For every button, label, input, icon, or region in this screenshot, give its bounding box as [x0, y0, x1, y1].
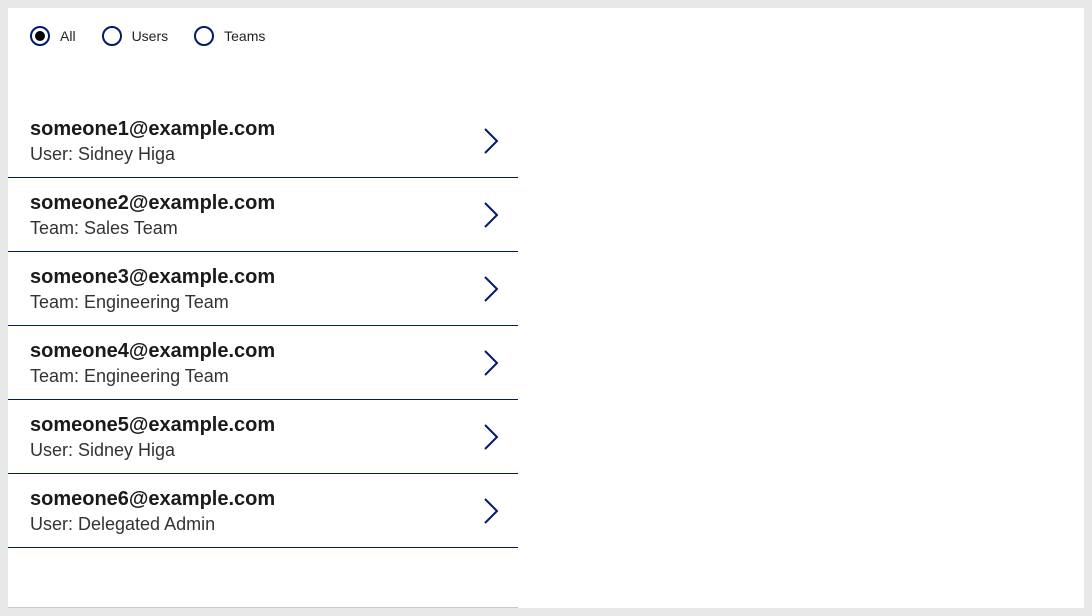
list-item-email: someone1@example.com — [30, 116, 470, 142]
list-item-subtitle: Team: Engineering Team — [30, 292, 470, 313]
list-item-email: someone4@example.com — [30, 338, 470, 364]
list-item-subtitle: User: Delegated Admin — [30, 514, 470, 535]
list-item-email: someone2@example.com — [30, 190, 470, 216]
list-item[interactable]: someone1@example.com User: Sidney Higa — [8, 112, 518, 178]
radio-option-all[interactable]: All — [30, 26, 76, 46]
list-item-text: someone3@example.com Team: Engineering T… — [30, 264, 470, 313]
list-item-text: someone5@example.com User: Sidney Higa — [30, 412, 470, 461]
radio-icon — [102, 26, 122, 46]
chevron-right-icon — [482, 126, 500, 156]
chevron-right-icon — [482, 200, 500, 230]
list-item[interactable]: someone2@example.com Team: Sales Team — [8, 178, 518, 252]
radio-icon — [194, 26, 214, 46]
list-item-email: someone5@example.com — [30, 412, 470, 438]
list-item[interactable]: someone3@example.com Team: Engineering T… — [8, 252, 518, 326]
scroll-spacer — [8, 548, 518, 607]
list-item-text: someone2@example.com Team: Sales Team — [30, 190, 470, 239]
radio-label: Teams — [224, 28, 265, 44]
list-item-email: someone3@example.com — [30, 264, 470, 290]
radio-option-users[interactable]: Users — [102, 26, 169, 46]
list-item[interactable]: someone5@example.com User: Sidney Higa — [8, 400, 518, 474]
list-item-subtitle: Team: Engineering Team — [30, 366, 470, 387]
radio-label: All — [60, 28, 76, 44]
chevron-right-icon — [482, 496, 500, 526]
chevron-right-icon — [482, 348, 500, 378]
list-item-email: someone6@example.com — [30, 486, 470, 512]
list-item[interactable]: someone6@example.com User: Delegated Adm… — [8, 474, 518, 548]
results-scroll[interactable]: someone1@example.com User: Sidney Higa s… — [8, 112, 518, 607]
list-item-text: someone1@example.com User: Sidney Higa — [30, 116, 470, 165]
list-item-text: someone4@example.com Team: Engineering T… — [30, 338, 470, 387]
filter-radio-group: All Users Teams — [8, 8, 1084, 46]
radio-icon — [30, 26, 50, 46]
list-item-text: someone6@example.com User: Delegated Adm… — [30, 486, 470, 535]
list-item-subtitle: User: Sidney Higa — [30, 144, 470, 165]
list-item-subtitle: User: Sidney Higa — [30, 440, 470, 461]
main-panel: All Users Teams someone1@example.com Use… — [8, 8, 1084, 608]
chevron-right-icon — [482, 274, 500, 304]
list-item-subtitle: Team: Sales Team — [30, 218, 470, 239]
results-list-container: someone1@example.com User: Sidney Higa s… — [8, 112, 518, 608]
radio-option-teams[interactable]: Teams — [194, 26, 265, 46]
chevron-right-icon — [482, 422, 500, 452]
radio-label: Users — [132, 28, 169, 44]
list-item[interactable]: someone4@example.com Team: Engineering T… — [8, 326, 518, 400]
